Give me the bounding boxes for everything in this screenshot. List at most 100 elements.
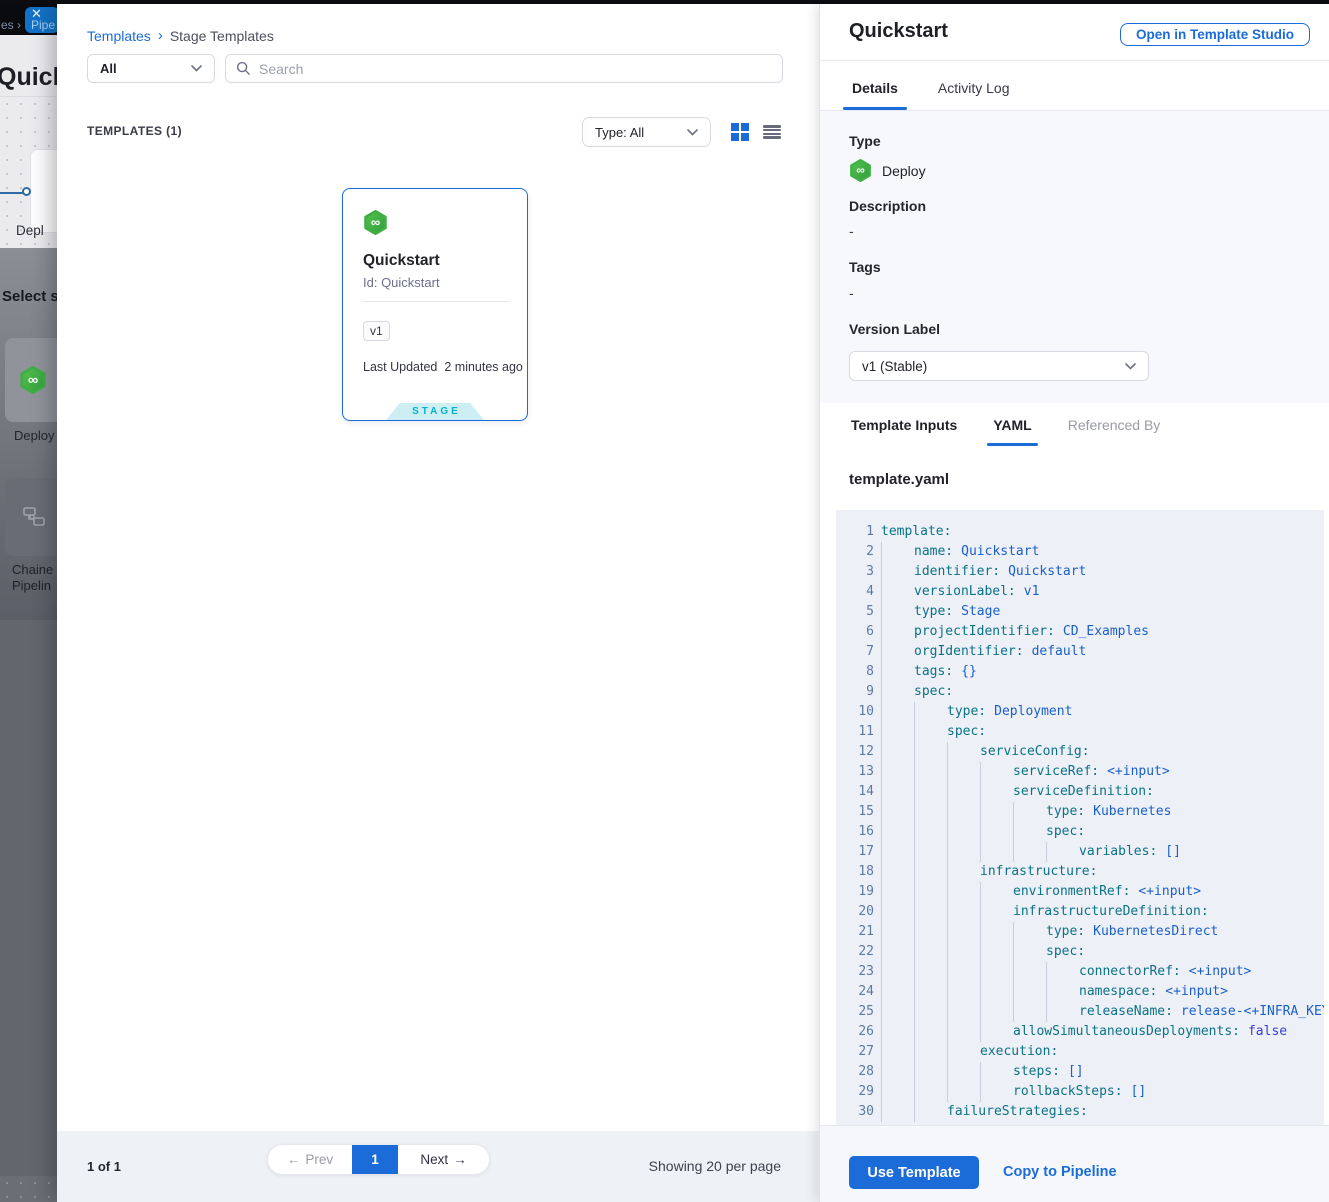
yaml-line: 30failureStrategies: [836, 1102, 1324, 1122]
yaml-code-viewer[interactable]: 1template:2name:Quickstart3identifier:Qu… [836, 510, 1324, 1125]
pipeline-connector-dot [22, 187, 31, 196]
tags-label: Tags [849, 259, 881, 275]
tab-details[interactable]: Details [849, 80, 901, 110]
next-page-button[interactable]: Next → [398, 1145, 489, 1174]
list-view-icon[interactable] [763, 123, 781, 141]
type-value-row: ∞ Deploy [849, 159, 926, 182]
yaml-line: 16spec: [836, 822, 1324, 842]
pagination-control: ← Prev 1 Next → [267, 1144, 490, 1175]
yaml-line: 24namespace:<+input> [836, 982, 1324, 1002]
chevron-down-icon [687, 129, 698, 136]
per-page-label: Showing 20 per page [649, 1158, 781, 1174]
yaml-file-name: template.yaml [849, 471, 949, 488]
svg-text:∞: ∞ [371, 215, 380, 230]
pipeline-edge [0, 192, 23, 194]
select-stage-heading: Select s [2, 288, 57, 305]
stage-type-label-deploy: Deploy [14, 428, 54, 443]
yaml-line: 14serviceDefinition: [836, 782, 1324, 802]
chevron-down-icon [1125, 363, 1136, 370]
template-details-panel: Quickstart Open in Template Studio Detai… [819, 4, 1329, 1202]
pipeline-canvas-fragment: Depl [0, 97, 57, 248]
stage-type-label-chained: Chaine Pipelin [12, 562, 53, 594]
yaml-line: 26allowSimultaneousDeployments:false [836, 1022, 1324, 1042]
pipeline-title-fragment: Quicks [0, 63, 57, 92]
yaml-line: 20infrastructureDefinition: [836, 902, 1324, 922]
deploy-hexagon-icon: ∞ [849, 159, 872, 182]
prev-page-button[interactable]: ← Prev [268, 1145, 352, 1174]
close-icon[interactable]: ✕ [31, 6, 42, 22]
templates-drawer: Templates › Stage Templates All TEMPLATE… [57, 4, 819, 1202]
use-template-button[interactable]: Use Template [849, 1156, 979, 1189]
search-icon [236, 61, 251, 76]
yaml-line: 23connectorRef:<+input> [836, 962, 1324, 982]
copy-to-pipeline-link[interactable]: Copy to Pipeline [1003, 1164, 1117, 1180]
divider [363, 301, 509, 302]
version-badge: v1 [363, 321, 390, 341]
breadcrumb-templates-link[interactable]: Templates [87, 28, 151, 44]
panel-title: Quickstart [849, 20, 948, 43]
type-filter-select[interactable]: Type: All [582, 117, 711, 147]
content-subtabs: Template Inputs YAML Referenced By [820, 403, 1329, 447]
description-value: - [849, 223, 854, 239]
select-stage-popover-fragment: Select s ∞ Deploy Chaine [0, 248, 57, 620]
background-lower-zone [0, 620, 57, 1176]
pipeline-node-label: Depl [16, 223, 44, 238]
deploy-hexagon-icon: ∞ [363, 210, 388, 235]
yaml-line: 29rollbackSteps:[] [836, 1082, 1324, 1102]
grid-view-icon[interactable] [731, 123, 749, 141]
pagination-bar: 1 of 1 ← Prev 1 Next → Showing 20 per pa… [57, 1131, 819, 1202]
last-updated: Last Updated 2 minutes ago [363, 360, 523, 374]
chevron-down-icon [191, 65, 202, 72]
yaml-line: 8tags:{} [836, 662, 1324, 682]
breadcrumb: Templates › Stage Templates [87, 27, 274, 44]
tab-yaml[interactable]: YAML [991, 404, 1033, 446]
chevron-right-icon: › [158, 27, 163, 44]
yaml-line: 2name:Quickstart [836, 542, 1324, 562]
yaml-line: 10type:Deployment [836, 702, 1324, 722]
pipeline-title-zone: Quicks [0, 35, 57, 97]
yaml-line: 15type:Kubernetes [836, 802, 1324, 822]
search-box [225, 54, 783, 83]
yaml-line: 7orgIdentifier:default [836, 642, 1324, 662]
search-input[interactable] [259, 61, 772, 77]
yaml-line: 9spec: [836, 682, 1324, 702]
yaml-line: 27execution: [836, 1042, 1324, 1062]
background-canvas-dots [0, 1176, 57, 1202]
version-label: Version Label [849, 321, 940, 337]
template-card-quickstart[interactable]: ∞ Quickstart Id: Quickstart v1 Last Upda… [342, 188, 528, 421]
yaml-line: 13serviceRef:<+input> [836, 762, 1324, 782]
open-in-template-studio-button[interactable]: Open in Template Studio [1120, 23, 1310, 46]
scope-filter-select[interactable]: All [87, 54, 215, 83]
template-card-title: Quickstart [363, 252, 440, 270]
page-count-label: 1 of 1 [87, 1159, 121, 1174]
svg-text:∞: ∞ [856, 163, 865, 177]
type-value: Deploy [882, 163, 926, 179]
version-select[interactable]: v1 (Stable) [849, 351, 1149, 381]
yaml-line: 3identifier:Quickstart [836, 562, 1324, 582]
yaml-line: 21type:KubernetesDirect [836, 922, 1324, 942]
stage-type-badge: STAGE [386, 403, 484, 420]
description-label: Description [849, 198, 926, 214]
tab-referenced-by[interactable]: Referenced By [1066, 404, 1163, 446]
background-page-strip: es › Pipe ✕ Quicks Depl Select s ∞ De [0, 4, 57, 1202]
tags-value: - [849, 285, 854, 301]
templates-count-label: TEMPLATES (1) [87, 124, 182, 138]
details-tabs: Details Activity Log [820, 61, 1329, 110]
details-section: Type ∞ Deploy Description - Tags - Versi… [820, 111, 1329, 403]
breadcrumb-fragment: es › [1, 18, 21, 32]
window-top-bar [0, 0, 1329, 4]
pipeline-node-fragment [30, 149, 57, 233]
tab-template-inputs[interactable]: Template Inputs [849, 404, 959, 446]
tab-activity-log[interactable]: Activity Log [935, 80, 1013, 110]
yaml-lines: 1template:2name:Quickstart3identifier:Qu… [836, 522, 1324, 1122]
panel-footer: Use Template Copy to Pipeline [820, 1125, 1329, 1202]
yaml-line: 28steps:[] [836, 1062, 1324, 1082]
yaml-line: 5type:Stage [836, 602, 1324, 622]
yaml-line: 19environmentRef:<+input> [836, 882, 1324, 902]
chained-pipeline-icon [21, 504, 47, 530]
page-number-button[interactable]: 1 [352, 1145, 398, 1174]
breadcrumb-current: Stage Templates [170, 28, 274, 44]
template-card-id: Id: Quickstart [363, 275, 440, 290]
yaml-file-row: template.yaml [820, 447, 1329, 510]
yaml-line: 18infrastructure: [836, 862, 1324, 882]
